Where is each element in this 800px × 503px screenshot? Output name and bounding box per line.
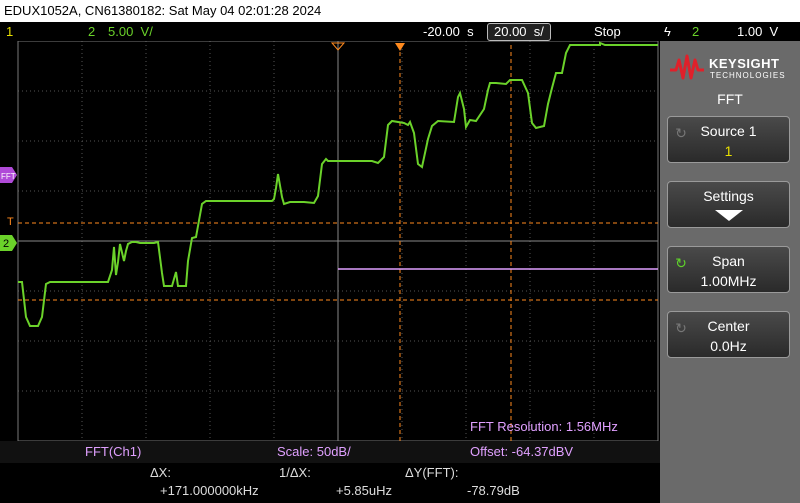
fft-resolution-label: FFT Resolution: 1.56MHz [470,419,618,434]
fft-source: FFT(Ch1) [85,444,142,459]
center-value: 0.0Hz [710,338,747,354]
span-value: 1.00MHz [700,273,757,289]
fft-marker-label: FFT [1,172,16,181]
delta-y-label: ΔY(FFT): [405,465,459,480]
cursor-readout: ΔX: +171.000000kHz 1/ΔX: +5.85uHz ΔY(FFT… [0,463,660,503]
center-label: Center [707,318,750,334]
source-value: 1 [724,143,733,159]
run-state: Stop [594,24,621,39]
inverse-delta-x-value: +5.85uHz [336,483,393,498]
span-softkey[interactable]: ↻ Span 1.00MHz [667,246,790,293]
settings-label: Settings [703,188,754,204]
channel-2-scale[interactable]: 5.00 V/ [108,22,153,41]
source-softkey[interactable]: ↻ Source 1 1 [667,116,790,163]
graticule: FFT Resolution: 1.56MHz [0,41,660,441]
trigger-level[interactable]: 1.00 V [737,22,778,41]
trigger-level-marker: T [7,216,14,228]
submenu-arrow-icon [715,210,743,221]
center-softkey[interactable]: ↻ Center 0.0Hz [667,311,790,358]
horizontal-delay[interactable]: -20.00 s [423,22,474,41]
span-label: Span [712,253,745,269]
settings-softkey[interactable]: Settings [667,181,790,228]
keysight-logo: KEYSIGHT TECHNOLOGIES [667,47,793,87]
delta-x-label: ΔX: [150,465,171,480]
fft-info-bar: FFT(Ch1) Scale: 50dB/ Offset: -64.37dBV [0,441,660,463]
fft-offset: Offset: -64.37dBV [470,444,574,459]
timebase-scale[interactable]: 20.00 s/ [487,23,551,41]
channel-2-indicator[interactable]: 2 [88,22,95,41]
window-title: EDUX1052A, CN61380182: Sat May 04 02:01:… [0,0,800,22]
status-bar: 1 2 5.00 V/ -20.00 s 20.00 s/ Stop ϟ 2 1… [0,22,800,41]
trigger-source[interactable]: 2 [692,22,699,41]
brand-name: KEYSIGHT [709,56,780,71]
brand-subtitle: TECHNOLOGIES [710,71,786,80]
inverse-delta-x-label: 1/ΔX: [279,465,311,480]
waveform-display[interactable]: FFT Resolution: 1.56MHz FFT T 2 [0,41,660,441]
channel-1-indicator[interactable]: 1 [6,22,13,41]
delta-x-value: +171.000000kHz [160,483,259,498]
channel-2-marker-label: 2 [3,238,9,250]
fft-scale: Scale: 50dB/ [277,444,351,459]
keysight-wave-icon [670,54,704,80]
source-label: Source 1 [700,123,757,139]
menu-title: FFT [717,91,743,107]
trigger-edge-icon: ϟ [664,24,671,39]
delta-y-value: -78.79dB [467,483,520,498]
softkey-panel: KEYSIGHT TECHNOLOGIES FFT ↻ Source 1 1 S… [660,41,800,503]
left-markers: FFT T 2 [0,167,17,251]
